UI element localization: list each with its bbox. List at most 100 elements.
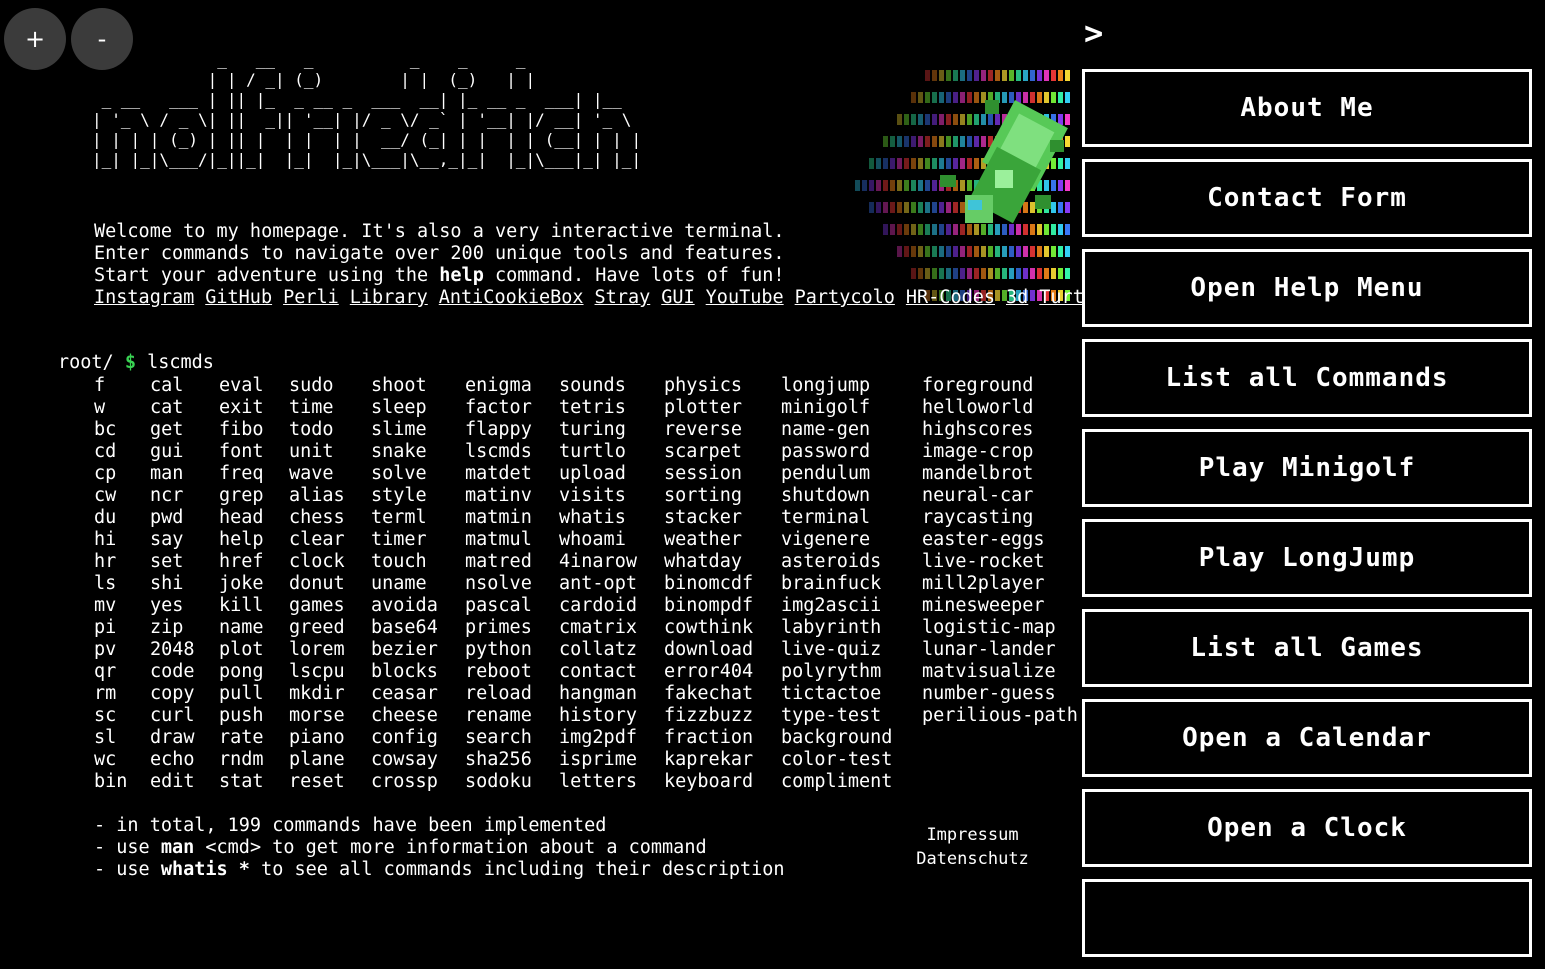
command-item[interactable]: sodoku <box>465 771 559 793</box>
command-item[interactable]: hi <box>94 529 150 551</box>
panel-toggle-chevron-icon[interactable]: > <box>1084 14 1103 52</box>
command-item[interactable]: upload <box>559 463 664 485</box>
command-item[interactable]: img2pdf <box>559 727 664 749</box>
command-item[interactable]: history <box>559 705 664 727</box>
command-item[interactable]: cmatrix <box>559 617 664 639</box>
command-item[interactable]: slime <box>371 419 465 441</box>
command-item[interactable]: highscores <box>922 419 1082 441</box>
command-item[interactable]: cardoid <box>559 595 664 617</box>
command-item[interactable]: lscmds <box>465 441 559 463</box>
command-item[interactable]: crossp <box>371 771 465 793</box>
command-item[interactable]: donut <box>289 573 371 595</box>
command-item[interactable]: name-gen <box>781 419 922 441</box>
command-item[interactable]: session <box>664 463 781 485</box>
command-item[interactable]: echo <box>150 749 219 771</box>
command-item[interactable]: sleep <box>371 397 465 419</box>
command-item[interactable]: hangman <box>559 683 664 705</box>
command-item[interactable]: pwd <box>150 507 219 529</box>
command-item[interactable]: matred <box>465 551 559 573</box>
sidebar-button-open-a-clock[interactable]: Open a Clock <box>1082 789 1532 867</box>
link-github[interactable]: GitHub <box>205 287 272 308</box>
command-item[interactable]: cw <box>94 485 150 507</box>
command-item[interactable]: physics <box>664 375 781 397</box>
command-item[interactable]: plane <box>289 749 371 771</box>
command-item[interactable]: snake <box>371 441 465 463</box>
command-item[interactable]: keyboard <box>664 771 781 793</box>
command-item[interactable]: kill <box>219 595 289 617</box>
link-library[interactable]: Library <box>350 287 428 308</box>
command-item[interactable]: eval <box>219 375 289 397</box>
command-item[interactable]: sorting <box>664 485 781 507</box>
command-item[interactable]: python <box>465 639 559 661</box>
command-item[interactable]: cheese <box>371 705 465 727</box>
command-item[interactable]: search <box>465 727 559 749</box>
sidebar-button-play-minigolf[interactable]: Play Minigolf <box>1082 429 1532 507</box>
sidebar-button-about-me[interactable]: About Me <box>1082 69 1532 147</box>
command-item[interactable]: gui <box>150 441 219 463</box>
command-item[interactable]: ncr <box>150 485 219 507</box>
command-item[interactable]: mill2player <box>922 573 1082 595</box>
command-item[interactable]: asteroids <box>781 551 922 573</box>
command-item[interactable]: fizzbuzz <box>664 705 781 727</box>
command-item[interactable]: curl <box>150 705 219 727</box>
command-item[interactable]: longjump <box>781 375 922 397</box>
command-item[interactable]: rm <box>94 683 150 705</box>
command-item[interactable]: wave <box>289 463 371 485</box>
command-item[interactable]: cat <box>150 397 219 419</box>
command-item[interactable]: vigenere <box>781 529 922 551</box>
command-item[interactable]: sl <box>94 727 150 749</box>
command-item[interactable]: factor <box>465 397 559 419</box>
command-item[interactable]: lunar-lander <box>922 639 1082 661</box>
command-item[interactable]: sha256 <box>465 749 559 771</box>
command-item[interactable]: whatis <box>559 507 664 529</box>
command-item[interactable]: visits <box>559 485 664 507</box>
command-item[interactable]: rate <box>219 727 289 749</box>
command-item[interactable]: matdet <box>465 463 559 485</box>
command-item[interactable]: live-rocket <box>922 551 1082 573</box>
command-item[interactable]: img2ascii <box>781 595 922 617</box>
command-item[interactable]: turtlo <box>559 441 664 463</box>
command-item[interactable]: fraction <box>664 727 781 749</box>
command-item[interactable]: code <box>150 661 219 683</box>
command-item[interactable]: games <box>289 595 371 617</box>
command-item[interactable]: head <box>219 507 289 529</box>
command-item[interactable]: rndm <box>219 749 289 771</box>
command-item[interactable]: scarpet <box>664 441 781 463</box>
command-item[interactable]: fibo <box>219 419 289 441</box>
command-item[interactable]: say <box>150 529 219 551</box>
command-item[interactable]: alias <box>289 485 371 507</box>
command-item[interactable]: cp <box>94 463 150 485</box>
datenschutz-link[interactable]: Datenschutz <box>905 847 1040 871</box>
command-item[interactable]: hr <box>94 551 150 573</box>
command-item[interactable]: reload <box>465 683 559 705</box>
command-item[interactable]: image-crop <box>922 441 1082 463</box>
command-item[interactable]: plot <box>219 639 289 661</box>
link-stray[interactable]: Stray <box>595 287 651 308</box>
link-partycolo[interactable]: Partycolo <box>795 287 895 308</box>
sidebar-button-list-all-commands[interactable]: List all Commands <box>1082 339 1532 417</box>
command-item[interactable]: reset <box>289 771 371 793</box>
command-item[interactable]: enigma <box>465 375 559 397</box>
command-item[interactable]: brainfuck <box>781 573 922 595</box>
command-item[interactable]: nsolve <box>465 573 559 595</box>
command-item[interactable]: piano <box>289 727 371 749</box>
command-item[interactable]: cowthink <box>664 617 781 639</box>
command-item[interactable]: ant-opt <box>559 573 664 595</box>
command-item[interactable]: pi <box>94 617 150 639</box>
command-item[interactable]: collatz <box>559 639 664 661</box>
command-item[interactable]: type-test <box>781 705 922 727</box>
command-item[interactable]: bezier <box>371 639 465 661</box>
command-item[interactable]: edit <box>150 771 219 793</box>
command-item[interactable]: binompdf <box>664 595 781 617</box>
link-gui[interactable]: GUI <box>661 287 694 308</box>
command-item[interactable]: stat <box>219 771 289 793</box>
sidebar-button-open-a-calendar[interactable]: Open a Calendar <box>1082 699 1532 777</box>
command-item[interactable]: binomcdf <box>664 573 781 595</box>
link-instagram[interactable]: Instagram <box>94 287 194 308</box>
command-item[interactable]: flappy <box>465 419 559 441</box>
command-item[interactable]: name <box>219 617 289 639</box>
command-item[interactable]: reboot <box>465 661 559 683</box>
command-item[interactable]: tetris <box>559 397 664 419</box>
command-item[interactable]: whatday <box>664 551 781 573</box>
link-youtube[interactable]: YouTube <box>706 287 784 308</box>
